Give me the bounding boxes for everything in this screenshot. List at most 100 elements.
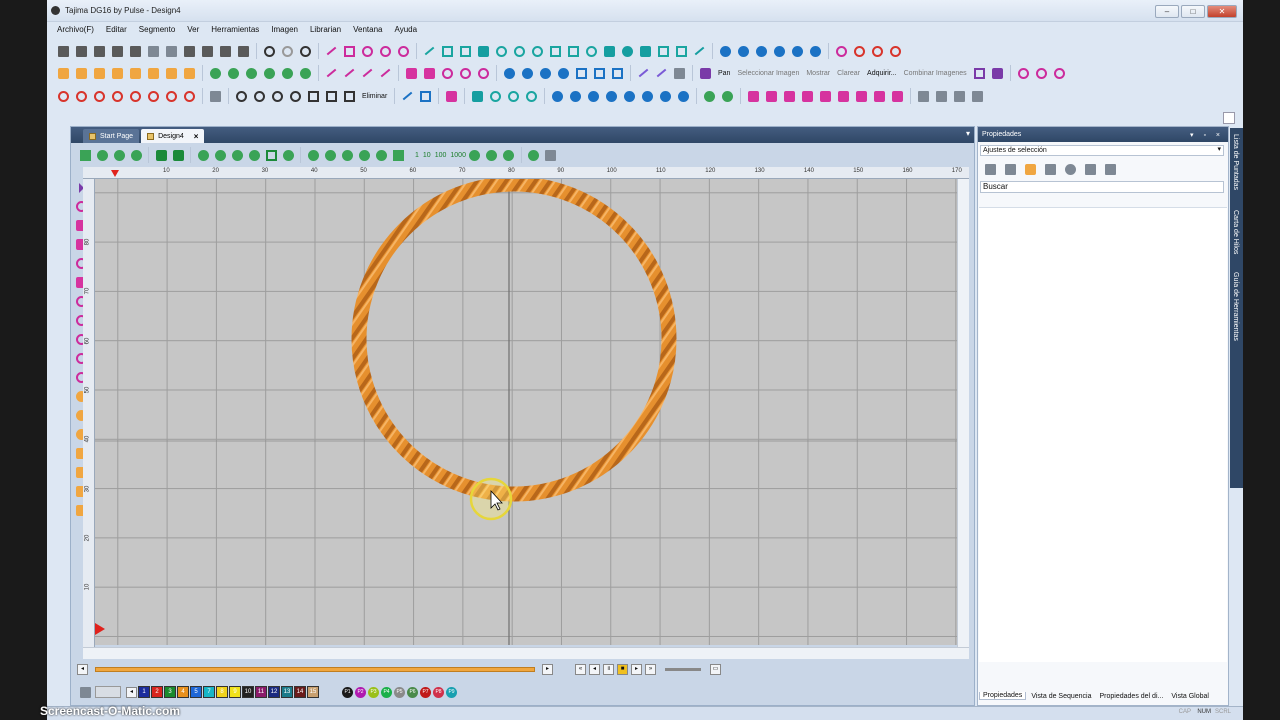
hoop-icon[interactable] — [195, 147, 211, 163]
minimize-button[interactable]: – — [1155, 5, 1179, 18]
group-icon[interactable] — [55, 65, 72, 82]
tab-carta-de-hilos[interactable]: Carta de Hilos — [1232, 210, 1239, 254]
zigzag-icon[interactable] — [691, 43, 708, 60]
tab-guia-de-herramientas[interactable]: Guía de Herramientas — [1232, 272, 1239, 341]
ungroup-icon[interactable] — [73, 65, 90, 82]
menu-ayuda[interactable]: Ayuda — [395, 25, 418, 34]
filter-icon[interactable] — [77, 147, 93, 163]
cross-stitch-icon[interactable] — [421, 43, 438, 60]
magenta-b-icon[interactable] — [763, 88, 780, 105]
color-box[interactable]: 14 — [294, 686, 306, 698]
circle-text-icon[interactable] — [109, 88, 126, 105]
alphabetical-icon[interactable] — [1002, 161, 1019, 178]
menu-segmento[interactable]: Segmento — [139, 25, 175, 34]
letters-icon[interactable] — [73, 88, 90, 105]
heart-blue-3-icon[interactable] — [555, 65, 572, 82]
freehand-tool-icon[interactable] — [395, 43, 412, 60]
text-tool-icon[interactable] — [989, 65, 1006, 82]
sew-icon[interactable] — [373, 147, 389, 163]
palette-mark[interactable]: P5 — [394, 686, 405, 698]
heart-view-icon[interactable] — [229, 147, 245, 163]
zoom-window-icon[interactable] — [305, 88, 322, 105]
image-red-icon[interactable] — [145, 88, 162, 105]
play-pink-icon[interactable] — [1015, 65, 1032, 82]
mirror-icon[interactable] — [145, 65, 162, 82]
zigzag-blue-icon[interactable] — [585, 88, 602, 105]
tab-vista-global[interactable]: Vista Global — [1168, 693, 1212, 700]
rectangle-tool-icon[interactable] — [341, 43, 358, 60]
stop-icon[interactable] — [467, 147, 483, 163]
slider-right-button[interactable]: ▸ — [542, 663, 553, 675]
divide-icon[interactable] — [279, 65, 296, 82]
color-box[interactable]: 12 — [268, 686, 280, 698]
shield-icon[interactable] — [673, 43, 690, 60]
stop-button[interactable]: ■ — [617, 663, 628, 675]
smiley-icon[interactable] — [771, 43, 788, 60]
tabs-dropdown-icon[interactable]: ▾ — [966, 129, 970, 138]
colors-left-button[interactable]: ◂ — [126, 686, 137, 698]
trim-red-icon[interactable] — [869, 43, 886, 60]
color-box[interactable]: 9 — [229, 686, 241, 698]
undo-icon[interactable] — [261, 43, 278, 60]
show-button[interactable]: Mostrar — [806, 70, 830, 77]
keyboard-2-icon[interactable] — [933, 88, 950, 105]
color-box[interactable]: 10 — [242, 686, 254, 698]
dotted-icon[interactable] — [583, 43, 600, 60]
tie-red-icon[interactable] — [887, 43, 904, 60]
needle-icon[interactable] — [323, 65, 340, 82]
magenta-c-icon[interactable] — [781, 88, 798, 105]
disabled-comb-icon[interactable] — [543, 147, 559, 163]
favorite-star-icon[interactable] — [1062, 161, 1079, 178]
ring-icon[interactable] — [511, 43, 528, 60]
stitch-icon[interactable] — [469, 88, 486, 105]
grid-icon[interactable] — [263, 147, 279, 163]
frame-blue-3-icon[interactable] — [609, 65, 626, 82]
step-100-button[interactable]: 100 — [435, 152, 447, 159]
needle-2-icon[interactable] — [341, 65, 358, 82]
step-1000-button[interactable]: 1000 — [450, 152, 466, 159]
link-blue-icon[interactable] — [621, 88, 638, 105]
magenta-e-icon[interactable] — [817, 88, 834, 105]
magnifier-shape-icon[interactable] — [807, 43, 824, 60]
wand-2-icon[interactable] — [653, 65, 670, 82]
keyboard-icon[interactable] — [915, 88, 932, 105]
slider-left-button[interactable]: ◂ — [77, 663, 88, 675]
green-b-icon[interactable] — [719, 88, 736, 105]
scissors-red-icon[interactable] — [851, 43, 868, 60]
save-all-icon[interactable] — [127, 43, 144, 60]
ab-icon[interactable] — [181, 88, 198, 105]
step-1-button[interactable]: 1 — [415, 152, 419, 159]
letter-c-icon[interactable] — [833, 43, 850, 60]
magenta-d-icon[interactable] — [799, 88, 816, 105]
delete-button[interactable]: Eliminar — [362, 93, 387, 100]
magenta-g-icon[interactable] — [853, 88, 870, 105]
trim-icon[interactable] — [501, 147, 517, 163]
keyboard-3-icon[interactable] — [951, 88, 968, 105]
location-icon[interactable] — [789, 43, 806, 60]
cut-icon[interactable] — [145, 43, 162, 60]
stitch-4-icon[interactable] — [523, 88, 540, 105]
cursor-blue-icon[interactable] — [501, 65, 518, 82]
step-10-button[interactable]: 10 — [423, 152, 431, 159]
square-x-icon[interactable] — [565, 43, 582, 60]
lasso-pink-icon[interactable] — [1033, 65, 1050, 82]
palette-mark[interactable]: P6 — [407, 686, 418, 698]
color-box[interactable]: 15 — [307, 686, 319, 698]
stitch-view-icon[interactable] — [212, 147, 228, 163]
maximize-button[interactable]: □ — [1181, 5, 1205, 18]
scissors-icon[interactable] — [399, 88, 416, 105]
properties-view-icon[interactable] — [1022, 161, 1039, 178]
color-box[interactable]: 5 — [190, 686, 202, 698]
selection-dropdown[interactable]: Ajustes de selección — [980, 145, 1224, 156]
heart-icon[interactable] — [717, 43, 734, 60]
shirt-icon[interactable] — [549, 88, 566, 105]
tab-propiedades-del-diseno[interactable]: Propiedades del di... — [1097, 693, 1167, 700]
chain-view-2-icon[interactable] — [111, 147, 127, 163]
heart-blue-2-icon[interactable] — [537, 65, 554, 82]
chain-2-icon[interactable] — [225, 65, 242, 82]
categorized-icon[interactable] — [982, 161, 999, 178]
scatter-icon[interactable] — [475, 43, 492, 60]
purple-frame-icon[interactable] — [971, 65, 988, 82]
node-add-icon[interactable] — [421, 65, 438, 82]
color-box[interactable]: 2 — [151, 686, 163, 698]
